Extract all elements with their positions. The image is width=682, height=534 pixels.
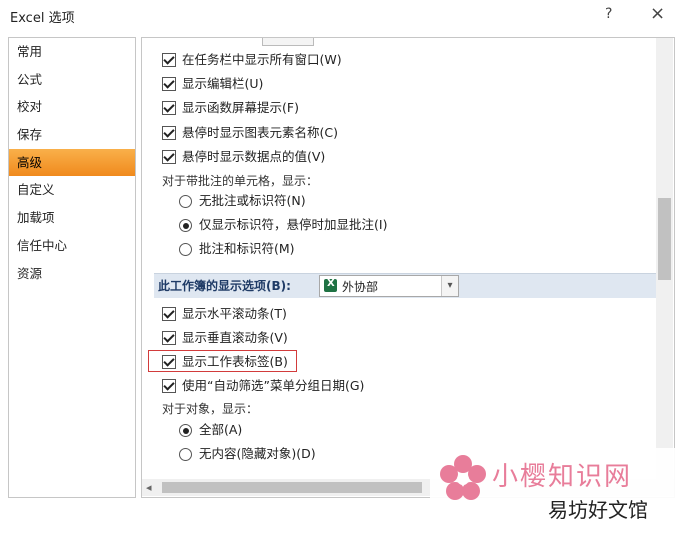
- nav-item-公式[interactable]: 公式: [9, 66, 135, 94]
- option-label: 全部(A): [199, 422, 243, 437]
- option-label: 使用“自动筛选”菜单分组日期(G): [182, 378, 365, 393]
- close-button[interactable]: ×: [650, 3, 665, 24]
- comments-heading: 对于带批注的单元格，显示：: [162, 174, 319, 188]
- checkbox[interactable]: [162, 331, 176, 345]
- checkbox[interactable]: [162, 101, 176, 115]
- highlight-box: [148, 350, 297, 372]
- option-label: 仅显示标识符，悬停时加显批注(I): [199, 217, 388, 232]
- checkbox[interactable]: [162, 150, 176, 164]
- nav-item-常用[interactable]: 常用: [9, 38, 135, 66]
- option-label: 显示编辑栏(U): [182, 76, 264, 91]
- option-label: 无批注或标识符(N): [199, 193, 306, 208]
- watermark-line2: 易坊好文馆: [548, 498, 648, 522]
- option-label: 批注和标识符(M): [199, 241, 295, 256]
- watermark: 小樱知识网 易坊好文馆: [430, 448, 682, 534]
- checkbox[interactable]: [162, 379, 176, 393]
- option-label: 悬停时显示数据点的值(V): [182, 149, 326, 164]
- nav-item-高级[interactable]: 高级: [9, 148, 135, 177]
- nav-item-信任中心[interactable]: 信任中心: [9, 232, 135, 260]
- radio-button[interactable]: [179, 219, 192, 232]
- radio-button[interactable]: [179, 243, 192, 256]
- watermark-line1: 小樱知识网: [492, 462, 633, 492]
- option-label: 无内容(隐藏对象)(D): [199, 446, 316, 461]
- dropdown-value: 外协部: [342, 280, 379, 294]
- nav-item-校对[interactable]: 校对: [9, 93, 135, 121]
- radio-button[interactable]: [179, 424, 192, 437]
- title-bar: Excel 选项 ? ×: [0, 0, 682, 32]
- checkbox[interactable]: [162, 77, 176, 91]
- option-label: 显示垂直滚动条(V): [182, 330, 288, 345]
- radio-button[interactable]: [179, 448, 192, 461]
- excel-icon: [324, 278, 337, 292]
- checkbox[interactable]: [162, 53, 176, 67]
- nav-item-资源[interactable]: 资源: [9, 260, 135, 288]
- section-label: 此工作簿的显示选项(B):: [158, 279, 291, 293]
- scroll-thumb[interactable]: [658, 198, 671, 280]
- partial-control: [262, 38, 314, 46]
- objects-heading: 对于对象，显示：: [162, 402, 259, 416]
- scroll-thumb[interactable]: [162, 482, 422, 493]
- checkbox[interactable]: [162, 307, 176, 321]
- option-label: 悬停时显示图表元素名称(C): [182, 125, 338, 140]
- chevron-down-icon[interactable]: ▾: [441, 276, 458, 296]
- help-button[interactable]: ?: [605, 6, 612, 22]
- workbook-dropdown[interactable]: 外协部 ▾: [319, 275, 459, 297]
- flower-icon: [440, 455, 486, 500]
- scroll-left-icon[interactable]: ◂: [146, 479, 152, 496]
- workbook-options-section: 此工作簿的显示选项(B): 外协部 ▾: [154, 273, 656, 298]
- nav-item-保存[interactable]: 保存: [9, 121, 135, 149]
- advanced-options-panel: 在任务栏中显示所有窗口(W) 显示编辑栏(U) 显示函数屏幕提示(F) 悬停时显…: [141, 37, 675, 498]
- vertical-scrollbar[interactable]: [656, 38, 673, 481]
- option-label: 显示水平滚动条(T): [182, 306, 287, 321]
- options-nav: 常用 公式 校对 保存 高级 自定义 加载项 信任中心 资源: [8, 37, 136, 498]
- option-label: 在任务栏中显示所有窗口(W): [182, 52, 342, 67]
- option-label: 显示函数屏幕提示(F): [182, 100, 299, 115]
- nav-item-加载项[interactable]: 加载项: [9, 204, 135, 232]
- radio-button[interactable]: [179, 195, 192, 208]
- checkbox[interactable]: [162, 126, 176, 140]
- window-title: Excel 选项: [10, 11, 75, 26]
- nav-item-自定义[interactable]: 自定义: [9, 176, 135, 204]
